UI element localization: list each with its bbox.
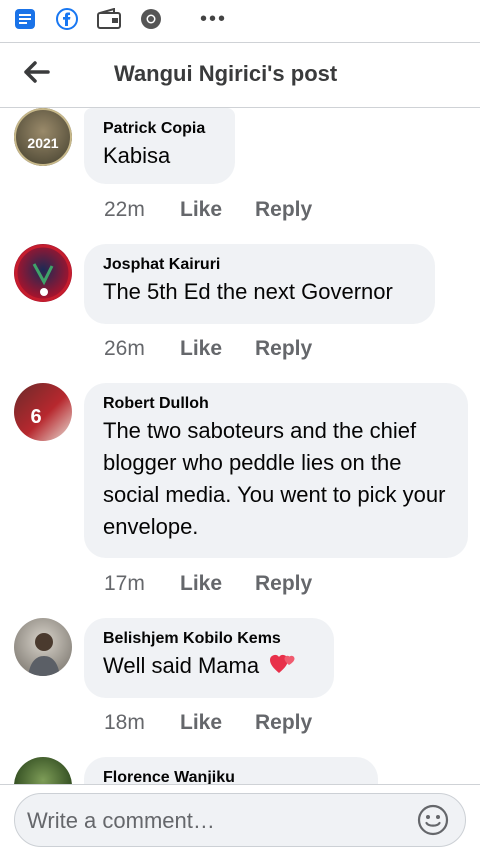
post-header: Wangui Ngirici's post [0, 42, 480, 108]
comment-bubble[interactable]: Josphat Kairuri The 5th Ed the next Gove… [84, 244, 435, 324]
avatar[interactable] [14, 244, 72, 302]
comment-actions: 18m Like Reply [104, 711, 312, 735]
comment-time: 17m [104, 572, 145, 595]
page-title: Wangui Ngirici's post [114, 61, 338, 86]
commenter-name[interactable]: Florence Wanjiku [103, 767, 358, 784]
avatar-text: 6 [30, 406, 41, 428]
emoji-icon[interactable] [417, 804, 449, 836]
reply-button[interactable]: Reply [255, 572, 312, 596]
comment-bubble[interactable]: Belishjem Kobilo Kems Well said Mama [84, 618, 334, 698]
like-button[interactable]: Like [180, 198, 255, 222]
comment-actions: 26m Like Reply [104, 337, 312, 361]
commenter-name[interactable]: Belishjem Kobilo Kems [103, 628, 314, 650]
reply-button[interactable]: Reply [255, 198, 312, 222]
chrome-icon [138, 6, 164, 32]
comment-actions: 22m Like Reply [104, 198, 312, 222]
comment-bubble[interactable]: Robert Dulloh The two saboteurs and the … [84, 383, 468, 558]
avatar[interactable] [14, 618, 72, 676]
like-button[interactable]: Like [180, 337, 255, 361]
avatar[interactable]: 6 [14, 383, 72, 441]
commenter-name[interactable]: Patrick Copia [103, 118, 215, 140]
comment-text: Kabisa [103, 143, 171, 168]
comment-bubble[interactable]: Patrick Copia Kabisa [84, 108, 235, 184]
comment-composer-bar: Write a comment… [0, 784, 480, 854]
commenter-name[interactable]: Robert Dulloh [103, 393, 448, 415]
more-notifications-icon: ••• [200, 7, 228, 30]
avatar[interactable]: 2021 [14, 108, 72, 166]
comment-text: Well said Mama [103, 650, 314, 686]
back-arrow-icon[interactable] [22, 57, 52, 87]
comments-list[interactable]: 2021 Patrick Copia Kabisa 22m Like Reply… [0, 108, 480, 784]
reply-button[interactable]: Reply [255, 337, 312, 361]
comment-input[interactable]: Write a comment… [14, 793, 466, 847]
wallet-icon [96, 6, 122, 32]
comment-time: 18m [104, 711, 145, 734]
reply-button[interactable]: Reply [255, 711, 312, 735]
comment-input-placeholder: Write a comment… [27, 808, 215, 833]
comment-time: 22m [104, 198, 145, 221]
comment-text-body: Well said Mama [103, 653, 260, 678]
message-app-icon [12, 6, 38, 32]
like-button[interactable]: Like [180, 711, 255, 735]
comment-bubble[interactable]: Florence Wanjiku [84, 757, 378, 784]
status-bar: ••• [0, 0, 480, 38]
comment-text: The 5th Ed the next Governor [103, 279, 393, 304]
avatar[interactable] [14, 757, 72, 784]
avatar-text: 2021 [27, 135, 58, 151]
commenter-name[interactable]: Josphat Kairuri [103, 254, 415, 276]
like-button[interactable]: Like [180, 572, 255, 596]
comment-text: The two saboteurs and the chief blogger … [103, 418, 446, 539]
comment-time: 26m [104, 337, 145, 360]
two-hearts-emoji-icon [269, 651, 297, 686]
comment-actions: 17m Like Reply [104, 572, 312, 596]
facebook-icon [54, 6, 80, 32]
